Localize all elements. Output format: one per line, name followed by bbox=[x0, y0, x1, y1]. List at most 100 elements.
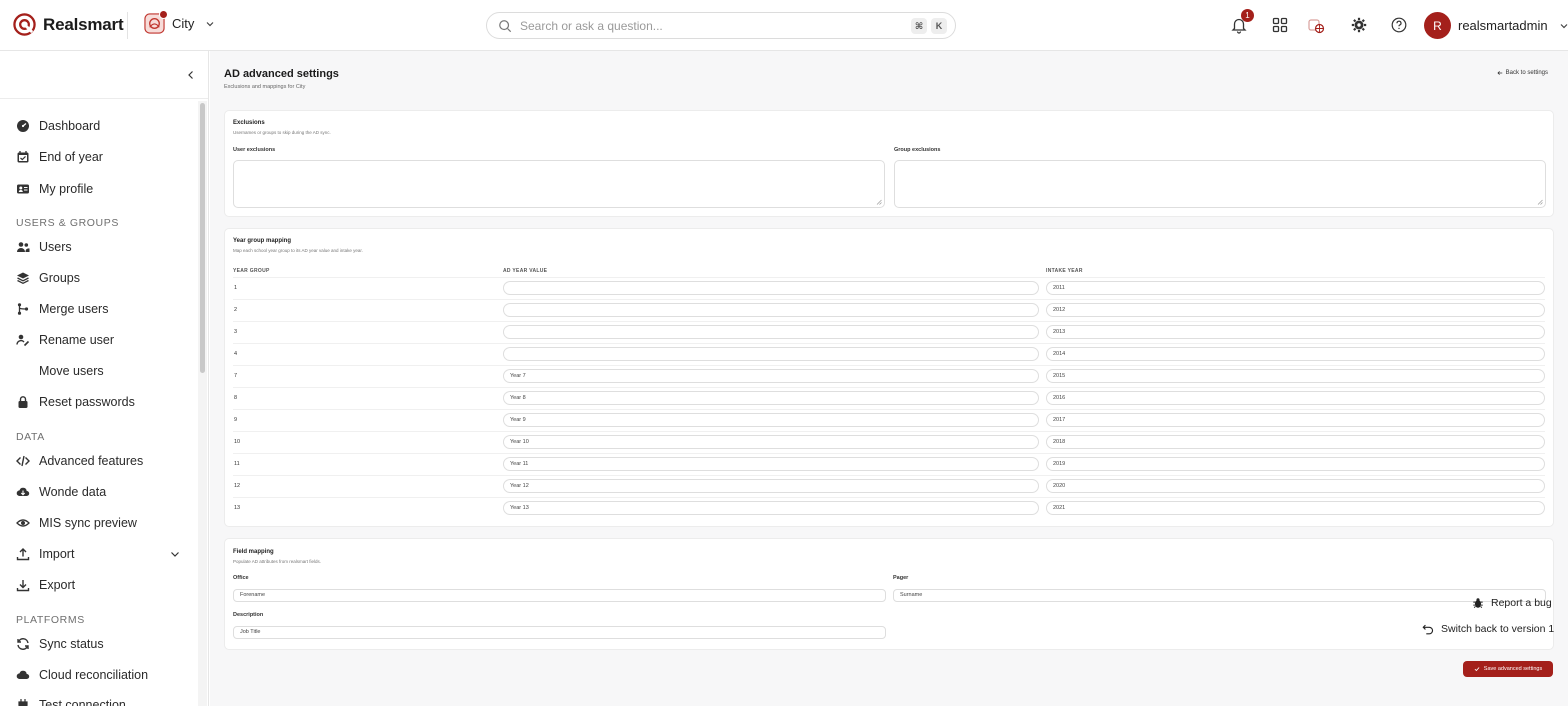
ad-year-value-input[interactable]: Year 10 bbox=[503, 435, 1039, 449]
table-row: 1 2011 bbox=[233, 277, 1545, 299]
intake-year-input[interactable]: 2017 bbox=[1046, 413, 1545, 427]
code-icon bbox=[16, 455, 30, 467]
sidebar-item-move-users[interactable]: Move users bbox=[16, 360, 104, 382]
sidebar-item-my-profile[interactable]: My profile bbox=[16, 178, 93, 200]
year-group-value: 2 bbox=[234, 307, 238, 313]
sidebar-item-label: Sync status bbox=[39, 637, 104, 651]
section-heading-platforms: PLATFORMS bbox=[16, 614, 85, 626]
sidebar-item-import[interactable]: Import bbox=[16, 543, 74, 565]
year-group-value: 9 bbox=[234, 417, 238, 423]
user-exclusions-textarea[interactable] bbox=[233, 160, 885, 208]
sidebar-scrollbar-thumb[interactable] bbox=[200, 103, 205, 373]
ad-year-value-input[interactable] bbox=[503, 325, 1039, 339]
sidebar-item-wonde-data[interactable]: Wonde data bbox=[16, 481, 106, 503]
settings-gear-icon[interactable] bbox=[1350, 16, 1368, 34]
intake-year-input[interactable]: 2018 bbox=[1046, 435, 1545, 449]
user-menu[interactable]: R realsmartadmin bbox=[1424, 12, 1568, 39]
sidebar-item-rename-user[interactable]: Rename user bbox=[16, 329, 114, 351]
eye-icon bbox=[16, 519, 30, 527]
lock-icon bbox=[18, 396, 28, 408]
office-select[interactable]: Forename bbox=[233, 589, 886, 602]
intake-year-input[interactable]: 2012 bbox=[1046, 303, 1545, 317]
pager-label: Pager bbox=[893, 575, 909, 581]
ad-year-value-input[interactable]: Year 9 bbox=[503, 413, 1039, 427]
school-switcher[interactable]: City bbox=[144, 10, 215, 34]
sidebar-item-cloud-reconciliation[interactable]: Cloud reconciliation bbox=[16, 664, 148, 686]
school-name: City bbox=[172, 16, 195, 31]
sidebar-item-merge-users[interactable]: Merge users bbox=[16, 298, 108, 320]
ad-year-value-input[interactable]: Year 13 bbox=[503, 501, 1039, 515]
card-title: Year group mapping bbox=[233, 238, 292, 244]
year-group-value: 13 bbox=[234, 505, 241, 511]
sidebar-item-reset-passwords[interactable]: Reset passwords bbox=[16, 391, 135, 413]
resize-grip-icon[interactable] bbox=[876, 199, 882, 205]
year-group-value: 10 bbox=[234, 439, 241, 445]
group-exclusions-textarea[interactable] bbox=[894, 160, 1546, 208]
ad-year-value-input[interactable]: Year 12 bbox=[503, 479, 1039, 493]
sidebar-item-users[interactable]: Users bbox=[16, 236, 72, 258]
card-subtitle: Usernames or groups to skip during the A… bbox=[233, 130, 331, 135]
sidebar-item-mis-sync-preview[interactable]: MIS sync preview bbox=[16, 512, 137, 534]
intake-year-input[interactable]: 2015 bbox=[1046, 369, 1545, 383]
page-title: AD advanced settings bbox=[224, 68, 339, 80]
save-advanced-settings-button[interactable]: Save advanced settings bbox=[1463, 661, 1553, 677]
ad-year-value-input[interactable] bbox=[503, 347, 1039, 361]
help-icon[interactable] bbox=[1390, 16, 1408, 34]
search-input[interactable] bbox=[520, 16, 890, 35]
intake-year-input[interactable]: 2016 bbox=[1046, 391, 1545, 405]
sidebar-item-label: Groups bbox=[39, 271, 80, 285]
sidebar-item-groups[interactable]: Groups bbox=[16, 267, 80, 289]
ad-year-value-input[interactable] bbox=[503, 303, 1039, 317]
ad-year-value-input[interactable]: Year 8 bbox=[503, 391, 1039, 405]
sidebar-item-label: Merge users bbox=[39, 302, 109, 316]
sidebar-item-label: Reset passwords bbox=[39, 395, 135, 409]
sidebar-item-label: Import bbox=[39, 547, 75, 561]
collapse-sidebar-icon[interactable] bbox=[186, 70, 196, 80]
undo-arrow-icon bbox=[1422, 624, 1434, 635]
intake-year-input[interactable]: 2014 bbox=[1046, 347, 1545, 361]
intake-year-input[interactable]: 2013 bbox=[1046, 325, 1545, 339]
sidebar-item-label: Cloud reconciliation bbox=[39, 668, 149, 682]
description-label: Description bbox=[233, 612, 264, 618]
calendar-icon bbox=[17, 151, 29, 163]
layers-icon bbox=[17, 272, 29, 285]
intake-year-input[interactable]: 2011 bbox=[1046, 281, 1545, 295]
sidebar-item-test-connection[interactable]: Test connection bbox=[16, 694, 126, 706]
sidebar-item-end-of-year[interactable]: End of year bbox=[16, 146, 103, 168]
year-group-value: 1 bbox=[234, 285, 238, 291]
column-header-intake-year: INTAKE YEAR bbox=[1046, 268, 1083, 274]
cloud-icon bbox=[16, 670, 30, 679]
sidebar-item-export[interactable]: Export bbox=[16, 574, 75, 596]
chevron-down-icon[interactable] bbox=[170, 549, 180, 559]
plug-icon bbox=[18, 699, 28, 706]
report-bug-link[interactable]: Report a bug bbox=[1472, 597, 1552, 609]
cloud-download-icon bbox=[16, 487, 30, 496]
intake-year-input[interactable]: 2019 bbox=[1046, 457, 1545, 471]
back-to-settings-link[interactable]: Back to settings bbox=[1497, 70, 1548, 76]
sidebar-item-dashboard[interactable]: Dashboard bbox=[16, 115, 100, 137]
intake-year-input[interactable]: 2020 bbox=[1046, 479, 1545, 493]
switch-version-link[interactable]: Switch back to version 1 bbox=[1422, 623, 1554, 635]
description-select[interactable]: Job Title bbox=[233, 626, 886, 639]
sync-icon bbox=[17, 638, 29, 650]
sidebar-item-advanced-features[interactable]: Advanced features bbox=[16, 450, 143, 472]
ad-year-value-input[interactable]: Year 11 bbox=[503, 457, 1039, 471]
search-bar[interactable]: ⌘ K bbox=[486, 12, 956, 39]
resize-grip-icon[interactable] bbox=[1537, 199, 1543, 205]
ad-year-value-input[interactable]: Year 7 bbox=[503, 369, 1039, 383]
main-content: AD advanced settings Exclusions and mapp… bbox=[210, 51, 1568, 706]
apps-grid-icon[interactable] bbox=[1271, 16, 1289, 34]
school-status-dot bbox=[159, 10, 168, 19]
card-subtitle: Map each school year group to its AD yea… bbox=[233, 248, 363, 253]
sidebar-item-sync-status[interactable]: Sync status bbox=[16, 633, 104, 655]
intake-year-input[interactable]: 2021 bbox=[1046, 501, 1545, 515]
arrow-left-icon bbox=[1497, 71, 1502, 75]
user-exclusions-label: User exclusions bbox=[233, 147, 276, 153]
pager-select[interactable]: Surname bbox=[893, 589, 1546, 602]
save-button-label: Save advanced settings bbox=[1483, 666, 1543, 672]
brand[interactable]: Realsmart bbox=[13, 13, 124, 36]
ad-year-value-input[interactable] bbox=[503, 281, 1039, 295]
ai-feature-icon[interactable] bbox=[1307, 16, 1325, 34]
users-icon bbox=[17, 242, 30, 252]
id-card-icon bbox=[17, 184, 29, 194]
